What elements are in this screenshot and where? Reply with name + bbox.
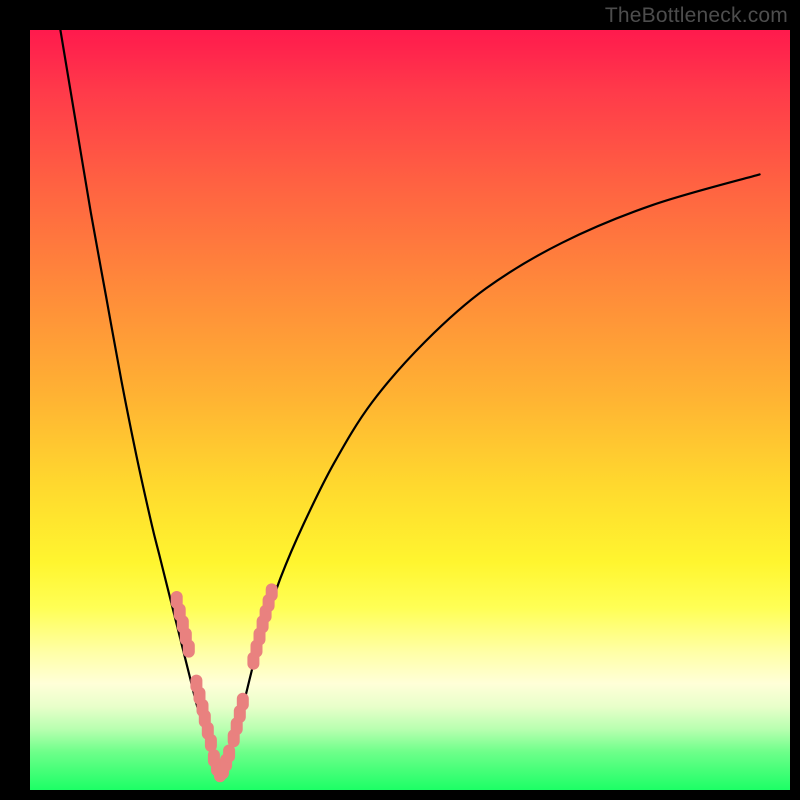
right-curve xyxy=(220,174,760,774)
left-curve xyxy=(60,30,220,775)
bead-marker xyxy=(266,583,278,601)
curve-layer xyxy=(30,30,790,790)
plot-area xyxy=(30,30,790,790)
bead-marker xyxy=(237,693,249,711)
chart-frame: TheBottleneck.com xyxy=(0,0,800,800)
bead-marker xyxy=(183,640,195,658)
watermark-text: TheBottleneck.com xyxy=(605,4,788,28)
bead-markers xyxy=(171,583,278,782)
bead-marker xyxy=(205,734,217,752)
